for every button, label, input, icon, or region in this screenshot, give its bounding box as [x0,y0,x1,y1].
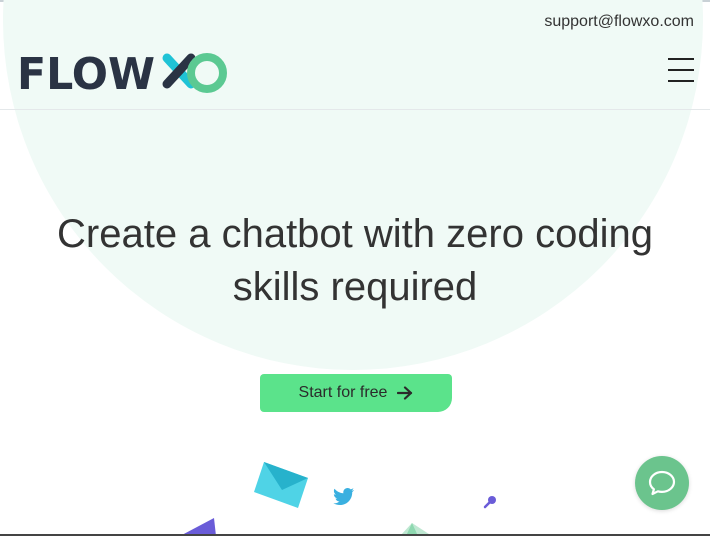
envelope-icon [254,462,308,508]
start-for-free-button[interactable]: Start for free [260,374,452,412]
pin-icon [483,496,496,509]
hero-headline: Create a chatbot with zero coding skills… [0,208,710,314]
chat-widget-button[interactable] [635,456,689,510]
flowxo-logo[interactable]: FLOW [17,48,232,98]
twitter-bird-icon [333,488,354,505]
logo-wordmark: FLOW [17,49,155,98]
headline-line-1: Create a chatbot with zero coding [57,212,653,256]
headline-line-2: skills required [232,265,478,309]
support-email-link[interactable]: support@flowxo.com [544,13,694,31]
chat-bubble-icon [648,470,676,496]
purple-shape-icon [180,518,216,536]
cta-label: Start for free [298,384,388,401]
hamburger-menu-icon[interactable] [668,58,694,84]
header-divider [0,109,710,110]
logo-xo-mark [162,53,227,93]
arrow-right-icon [397,386,413,400]
